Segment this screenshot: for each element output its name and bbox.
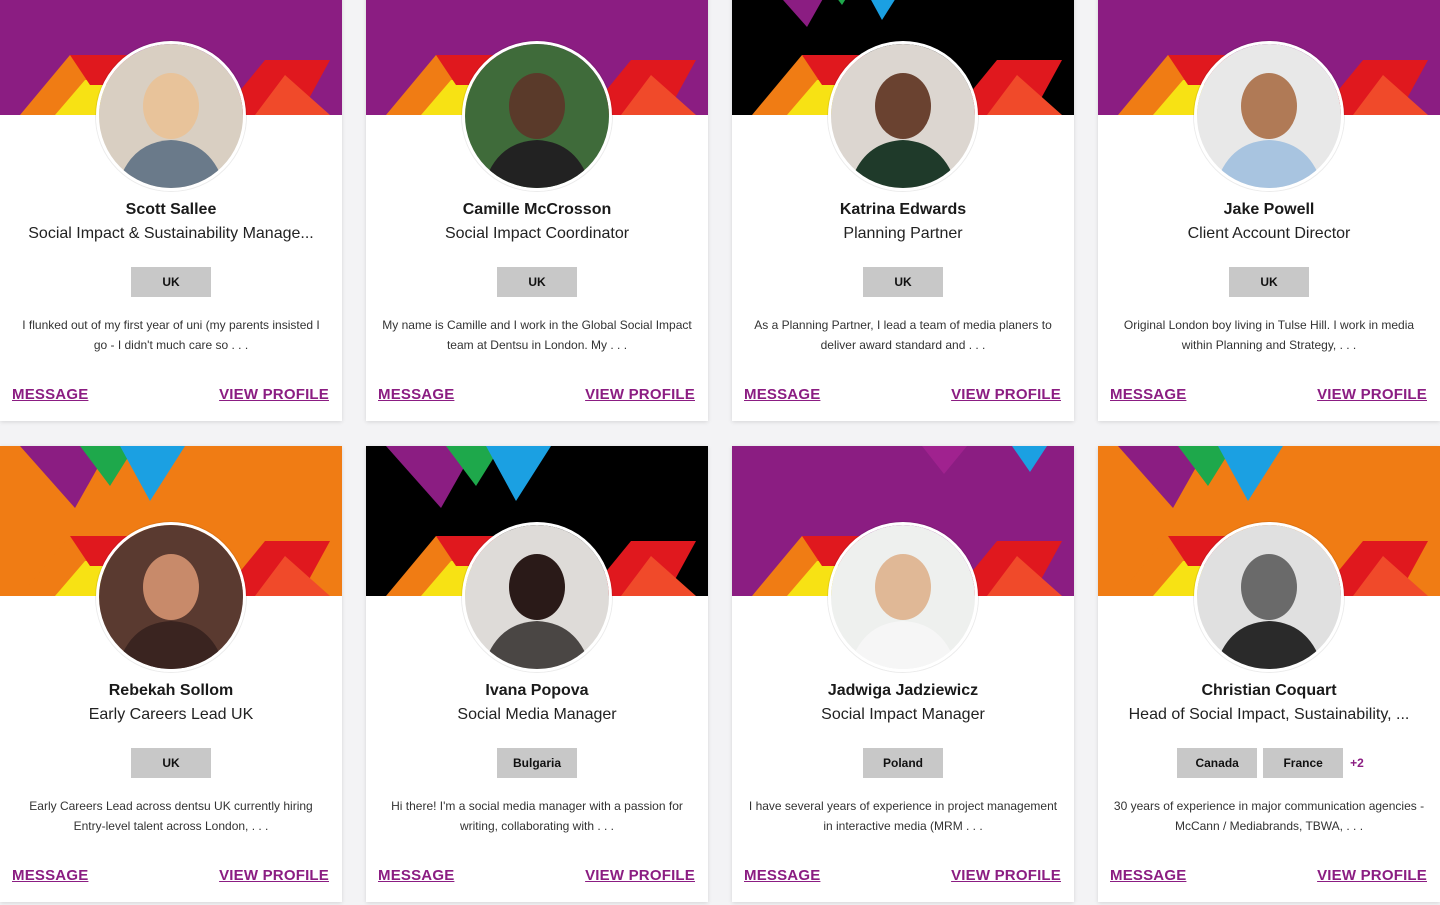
profile-bio-snippet: My name is Camille and I work in the Glo… xyxy=(382,318,692,352)
location-tag: UK xyxy=(131,748,211,778)
profile-card: Rebekah Sollom Early Careers Lead UK UK Ear… xyxy=(0,446,342,902)
profile-card: Scott Sallee Social Impact & Sustainabili… xyxy=(0,0,342,421)
avatar[interactable] xyxy=(828,41,978,191)
profile-bio-snippet: I flunked out of my first year of uni (m… xyxy=(22,318,320,352)
location-tags: Bulgaria xyxy=(366,748,708,778)
avatar[interactable] xyxy=(462,522,612,672)
profile-card: Christian Coquart Head of Social Impact, … xyxy=(1098,446,1440,902)
location-tags: UK xyxy=(0,748,342,778)
profile-name: Christian Coquart xyxy=(1201,682,1337,699)
location-tag: Poland xyxy=(863,748,943,778)
avatar[interactable] xyxy=(96,522,246,672)
location-tag: Bulgaria xyxy=(497,748,577,778)
more-tags-count[interactable]: +2 xyxy=(1350,748,1364,778)
profile-bio-snippet: Original London boy living in Tulse Hill… xyxy=(1123,318,1415,352)
profile-job-title: Head of Social Impact, Sustainability, .… xyxy=(1128,706,1410,723)
profile-job-title: Social Impact Manager xyxy=(821,706,985,723)
location-tag: UK xyxy=(497,267,577,297)
profile-bio-snippet: Early Careers Lead across dentsu UK curr… xyxy=(29,799,313,833)
location-tags: Canada France +2 xyxy=(1098,748,1440,778)
location-tag: UK xyxy=(131,267,211,297)
profile-bio-snippet: As a Planning Partner, I lead a team of … xyxy=(754,318,1052,352)
profile-job-title: Social Media Manager xyxy=(457,706,617,723)
view-profile-link[interactable]: VIEW PROFILE xyxy=(585,386,695,403)
profile-job-title: Early Careers Lead UK xyxy=(88,706,254,723)
view-profile-link[interactable]: VIEW PROFILE xyxy=(951,867,1061,884)
location-tags: UK xyxy=(0,267,342,297)
profile-name: Scott Sallee xyxy=(125,201,217,218)
profile-name: Jadwiga Jadziewicz xyxy=(827,682,979,699)
profile-bio-snippet: Hi there! I'm a social media manager wit… xyxy=(391,799,683,833)
profile-job-title: Social Impact & Sustainability Manage... xyxy=(28,225,314,242)
profile-job-title: Social Impact Coordinator xyxy=(444,225,630,242)
profile-job-title: Client Account Director xyxy=(1187,225,1351,242)
profile-card: Jadwiga Jadziewicz Social Impact Manager P… xyxy=(732,446,1074,902)
profile-job-title: Planning Partner xyxy=(843,225,963,242)
profile-card: Jake Powell Client Account Director UK Orig… xyxy=(1098,0,1440,421)
avatar[interactable] xyxy=(1194,522,1344,672)
view-profile-link[interactable]: VIEW PROFILE xyxy=(219,867,329,884)
location-tags: UK xyxy=(732,267,1074,297)
avatar[interactable] xyxy=(828,522,978,672)
profile-bio-snippet: I have several years of experience in pr… xyxy=(748,799,1058,833)
location-tags: Poland xyxy=(732,748,1074,778)
view-profile-link[interactable]: VIEW PROFILE xyxy=(219,386,329,403)
location-tags: UK xyxy=(366,267,708,297)
location-tag: France xyxy=(1263,748,1344,778)
location-tags: UK xyxy=(1098,267,1440,297)
profile-card: Camille McCrosson Social Impact Coordinat… xyxy=(366,0,708,421)
profile-name: Camille McCrosson xyxy=(462,201,612,218)
profile-name: Jake Powell xyxy=(1223,201,1315,218)
view-profile-link[interactable]: VIEW PROFILE xyxy=(1317,386,1427,403)
location-tag: UK xyxy=(863,267,943,297)
message-link[interactable]: MESSAGE xyxy=(12,867,88,884)
message-link[interactable]: MESSAGE xyxy=(12,386,88,403)
message-link[interactable]: MESSAGE xyxy=(744,386,820,403)
message-link[interactable]: MESSAGE xyxy=(378,867,454,884)
message-link[interactable]: MESSAGE xyxy=(1110,386,1186,403)
location-tag: UK xyxy=(1229,267,1309,297)
profile-card: Katrina Edwards Planning Partner UK As a Pl… xyxy=(732,0,1074,421)
avatar[interactable] xyxy=(96,41,246,191)
view-profile-link[interactable]: VIEW PROFILE xyxy=(585,867,695,884)
profile-card: Ivana Popova Social Media Manager Bulgaria… xyxy=(366,446,708,902)
message-link[interactable]: MESSAGE xyxy=(1110,867,1186,884)
message-link[interactable]: MESSAGE xyxy=(378,386,454,403)
profile-name: Ivana Popova xyxy=(485,682,589,699)
location-tag: Canada xyxy=(1177,748,1258,778)
avatar[interactable] xyxy=(1194,41,1344,191)
profile-name: Rebekah Sollom xyxy=(108,682,234,699)
profile-name: Katrina Edwards xyxy=(839,201,967,218)
message-link[interactable]: MESSAGE xyxy=(744,867,820,884)
view-profile-link[interactable]: VIEW PROFILE xyxy=(951,386,1061,403)
profile-bio-snippet: 30 years of experience in major communic… xyxy=(1113,799,1425,833)
view-profile-link[interactable]: VIEW PROFILE xyxy=(1317,867,1427,884)
avatar[interactable] xyxy=(462,41,612,191)
